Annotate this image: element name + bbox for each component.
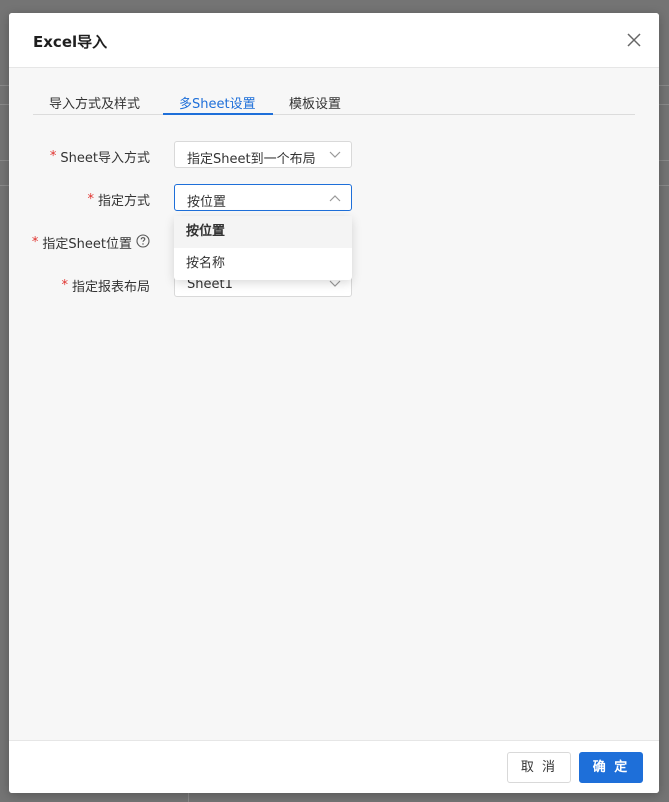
specify-mode-label: * 指定方式: [87, 190, 150, 209]
sheet-position-label: * 指定Sheet位置: [32, 233, 150, 252]
close-button[interactable]: [623, 29, 645, 51]
dialog-footer: 取 消 确 定: [9, 740, 659, 793]
label-text: Sheet导入方式: [60, 151, 150, 166]
background-divider: [0, 160, 9, 161]
dropdown-option-by-position[interactable]: 按位置: [174, 216, 352, 248]
dropdown-option-by-name[interactable]: 按名称: [174, 248, 352, 280]
specify-mode-dropdown: 按位置 按名称: [174, 216, 352, 280]
background-divider: [0, 104, 9, 105]
background-divider: [659, 104, 669, 105]
sheet-import-mode-select[interactable]: 指定Sheet到一个布局: [174, 141, 352, 168]
specify-mode-select[interactable]: 按位置: [174, 184, 352, 211]
required-mark: *: [87, 192, 94, 207]
question-circle-icon[interactable]: [136, 233, 150, 252]
form-row-specify-mode: * 指定方式 按位置: [9, 184, 659, 212]
confirm-button[interactable]: 确 定: [579, 752, 643, 783]
background-divider: [659, 85, 669, 86]
required-mark: *: [49, 149, 57, 164]
excel-import-dialog: Excel导入 导入方式及样式 多Sheet设置 模板设置 * Sheet导入方…: [9, 13, 659, 793]
background-divider: [0, 85, 9, 86]
select-value: 指定Sheet到一个布局: [187, 152, 316, 167]
chevron-up-icon: [329, 195, 341, 202]
tab-import-mode-style[interactable]: 导入方式及样式: [49, 93, 140, 112]
sheet-import-mode-label: * Sheet导入方式: [50, 147, 150, 166]
dialog-header: Excel导入: [9, 13, 659, 68]
form-row-sheet-import-mode: * Sheet导入方式 指定Sheet到一个布局: [9, 141, 659, 169]
label-text: 指定Sheet位置: [42, 237, 132, 252]
background-divider: [0, 185, 9, 186]
close-icon: [627, 33, 641, 47]
background-divider: [659, 160, 669, 161]
label-text: 指定方式: [97, 194, 150, 209]
chevron-down-icon: [329, 280, 341, 287]
dialog-title: Excel导入: [33, 33, 108, 51]
tab-multi-sheet[interactable]: 多Sheet设置: [179, 93, 256, 112]
tab-template-settings[interactable]: 模板设置: [289, 93, 341, 112]
background-divider: [188, 793, 189, 802]
select-value: 按位置: [187, 195, 227, 210]
chevron-down-icon: [329, 151, 341, 158]
background-divider: [659, 185, 669, 186]
required-mark: *: [61, 278, 68, 293]
report-layout-label: * 指定报表布局: [61, 276, 150, 295]
label-text: 指定报表布局: [71, 280, 150, 295]
active-tab-indicator: [163, 113, 273, 115]
cancel-button[interactable]: 取 消: [507, 752, 571, 783]
dialog-tabs: 导入方式及样式 多Sheet设置 模板设置: [33, 85, 635, 115]
required-mark: *: [31, 235, 39, 250]
